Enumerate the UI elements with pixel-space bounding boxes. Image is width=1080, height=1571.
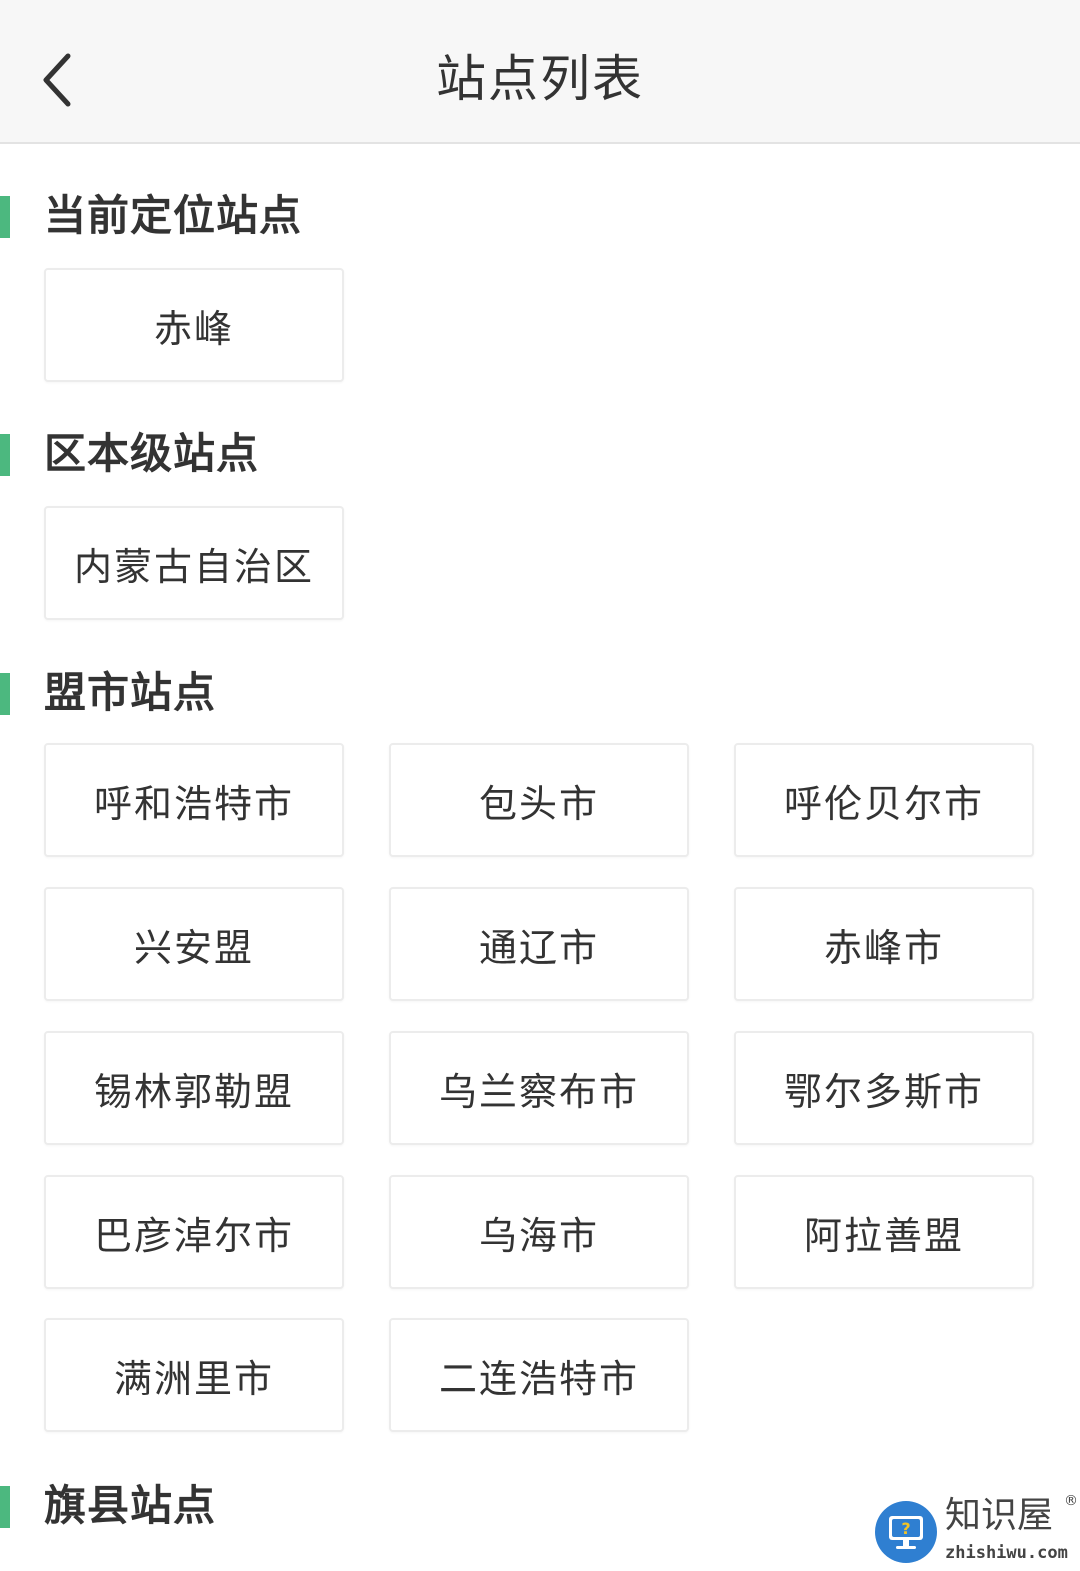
site-button[interactable]: 二连浩特市: [389, 1318, 689, 1432]
section-accent-bar: [0, 434, 10, 476]
site-button[interactable]: 包头市: [389, 743, 689, 857]
site-button[interactable]: 乌海市: [389, 1175, 689, 1289]
section-title: 旗县站点: [44, 1481, 217, 1530]
site-button[interactable]: 巴彦淖尔市: [44, 1175, 344, 1289]
watermark-logo: ? 知识屋 ® zhishiwu.com: [875, 1491, 1080, 1571]
site-button[interactable]: 满洲里市: [44, 1318, 344, 1432]
section-title: 当前定位站点: [44, 191, 303, 240]
site-button[interactable]: 兴安盟: [44, 887, 344, 1001]
section-title: 盟市站点: [44, 668, 217, 717]
site-button[interactable]: 锡林郭勒盟: [44, 1031, 344, 1145]
svg-text:?: ?: [901, 1519, 910, 1538]
site-button[interactable]: 赤峰: [44, 268, 344, 382]
site-button[interactable]: 呼伦贝尔市: [734, 743, 1034, 857]
site-button[interactable]: 通辽市: [389, 887, 689, 1001]
monitor-question-icon: ?: [875, 1501, 937, 1563]
section-title: 区本级站点: [44, 429, 260, 478]
registered-mark: ®: [1064, 1493, 1078, 1509]
site-button[interactable]: 乌兰察布市: [389, 1031, 689, 1145]
site-button[interactable]: 呼和浩特市: [44, 743, 344, 857]
site-button[interactable]: 赤峰市: [734, 887, 1034, 1001]
site-button[interactable]: 鄂尔多斯市: [734, 1031, 1034, 1145]
section-accent-bar: [0, 196, 10, 238]
section-league-city: 盟市站点 呼和浩特市 包头市 呼伦贝尔市 兴安盟 通辽市 赤峰市 锡林郭勒盟 乌…: [0, 663, 1080, 1432]
section-accent-bar: [0, 1486, 10, 1528]
section-current-location: 当前定位站点 赤峰: [0, 186, 1080, 382]
page-title: 站点列表: [436, 50, 644, 108]
site-button[interactable]: 内蒙古自治区: [44, 506, 344, 620]
watermark-name: 知识屋: [945, 1495, 1054, 1536]
section-region: 区本级站点 内蒙古自治区: [0, 424, 1080, 620]
nav-header: 站点列表: [0, 0, 1080, 144]
watermark-domain: zhishiwu.com: [945, 1543, 1068, 1563]
site-button[interactable]: 阿拉善盟: [734, 1175, 1034, 1289]
section-accent-bar: [0, 673, 10, 715]
